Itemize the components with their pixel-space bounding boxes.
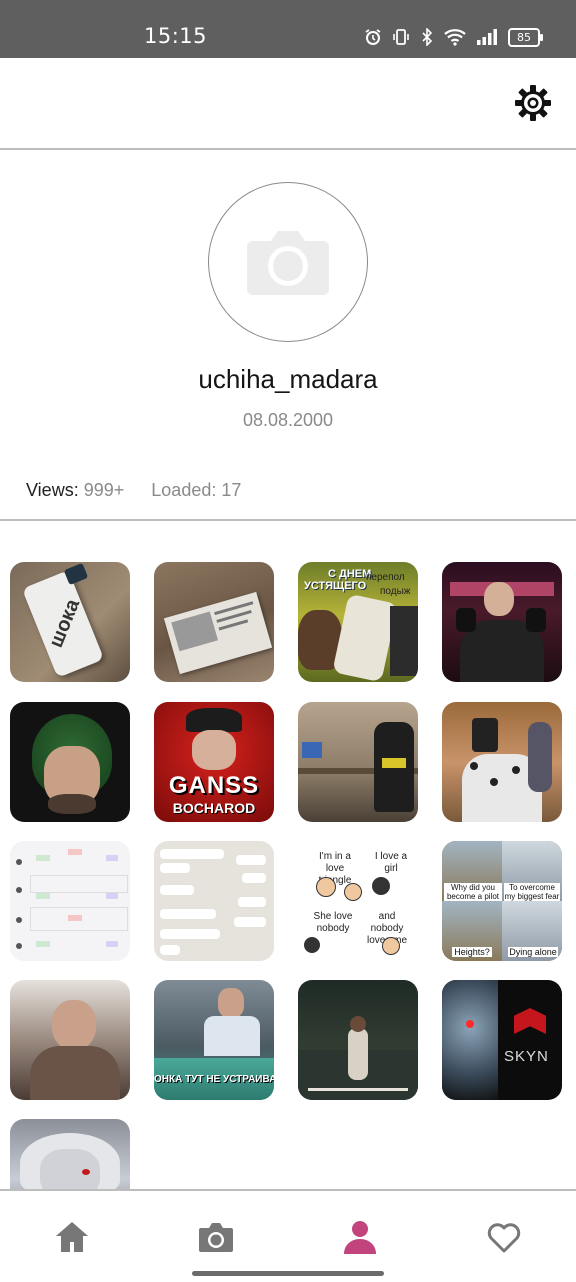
loaded-label: Loaded: xyxy=(151,480,217,500)
home-indicator[interactable] xyxy=(192,1271,384,1276)
home-icon xyxy=(56,1222,88,1252)
photo-thumb-2[interactable] xyxy=(154,562,274,682)
nav-camera[interactable] xyxy=(196,1217,236,1257)
photo-thumb-14[interactable]: ОНКА ТУТ НЕ УСТРАИВА xyxy=(154,980,274,1100)
profile-icon xyxy=(344,1221,376,1254)
photo-thumb-12[interactable]: Why did you become a pilot To overcome m… xyxy=(442,841,562,961)
birthdate: 08.08.2000 xyxy=(242,410,334,430)
photo-thumb-3[interactable]: С ДНЕМ УСТЯЩЕГО перепол подыж xyxy=(298,562,418,682)
thumb-text: GANSS xyxy=(168,772,260,799)
photo-thumb-4[interactable] xyxy=(442,562,562,682)
views-value: 999+ xyxy=(83,480,125,500)
thumb-text: С ДНЕМ xyxy=(328,568,372,580)
camera-icon xyxy=(199,1223,233,1252)
photo-thumb-7[interactable] xyxy=(298,702,418,822)
photo-thumb-5[interactable] xyxy=(10,702,130,822)
thumb-text: BOCHAROD xyxy=(172,800,256,816)
thumb-text: Dying alone xyxy=(508,947,558,957)
app-bar xyxy=(0,58,576,150)
alarm-icon xyxy=(365,29,381,45)
camera-icon xyxy=(247,231,329,295)
bluetooth-icon xyxy=(422,28,433,46)
thumb-text: To overcome my biggest fear xyxy=(504,883,560,901)
thumb-text: Why did you become a pilot xyxy=(444,883,502,901)
signal-icon xyxy=(477,29,497,45)
photo-thumb-15[interactable] xyxy=(298,980,418,1100)
battery-icon: 85 xyxy=(508,27,543,47)
nav-home[interactable] xyxy=(52,1217,92,1257)
photo-thumb-13[interactable] xyxy=(10,980,130,1100)
heart-icon xyxy=(487,1223,521,1253)
gear-icon xyxy=(515,85,551,121)
loaded-value: 17 xyxy=(221,480,242,500)
profile-stats: Views: 999+ Loaded: 17 xyxy=(26,480,241,501)
photo-thumb-6[interactable]: GANSS BOCHAROD xyxy=(154,702,274,822)
photo-thumb-1[interactable]: шока xyxy=(10,562,130,682)
thumb-text: ОНКА ТУТ НЕ УСТРАИВА xyxy=(154,1074,274,1085)
vibrate-icon xyxy=(393,29,409,45)
status-bar: 15:15 85 xyxy=(0,0,576,58)
photo-thumb-9[interactable] xyxy=(10,841,130,961)
thumb-text: Heights? xyxy=(452,947,492,957)
thumb-text: I love a girl xyxy=(374,851,408,874)
status-icons: 85 xyxy=(364,24,543,50)
settings-button[interactable] xyxy=(512,82,554,124)
avatar[interactable] xyxy=(208,182,368,342)
thumb-text: УСТЯЩЕГО xyxy=(304,580,367,592)
photo-thumb-11[interactable]: I'm in a love triangle I love a girl She… xyxy=(298,841,418,961)
views-label: Views: xyxy=(26,480,79,500)
photo-thumb-10[interactable] xyxy=(154,841,274,961)
thumb-text: SKYN xyxy=(504,1048,549,1065)
status-time: 15:15 xyxy=(144,24,208,48)
photo-thumb-8[interactable] xyxy=(442,702,562,822)
photo-thumb-16[interactable]: SKYN xyxy=(442,980,562,1100)
bottom-nav xyxy=(0,1189,576,1282)
nav-favorites[interactable] xyxy=(484,1217,524,1257)
thumb-text: перепол xyxy=(366,572,405,583)
thumb-text: She love nobody xyxy=(313,911,353,934)
photo-grid: шока С ДНЕМ УСТЯЩЕГО перепол подыж GANSS xyxy=(0,521,576,1189)
username: uchiha_madara xyxy=(198,364,378,394)
nav-profile[interactable] xyxy=(340,1217,380,1257)
photo-thumb-17[interactable] xyxy=(10,1119,130,1189)
thumb-text: подыж xyxy=(380,586,411,597)
wifi-icon xyxy=(444,29,466,46)
